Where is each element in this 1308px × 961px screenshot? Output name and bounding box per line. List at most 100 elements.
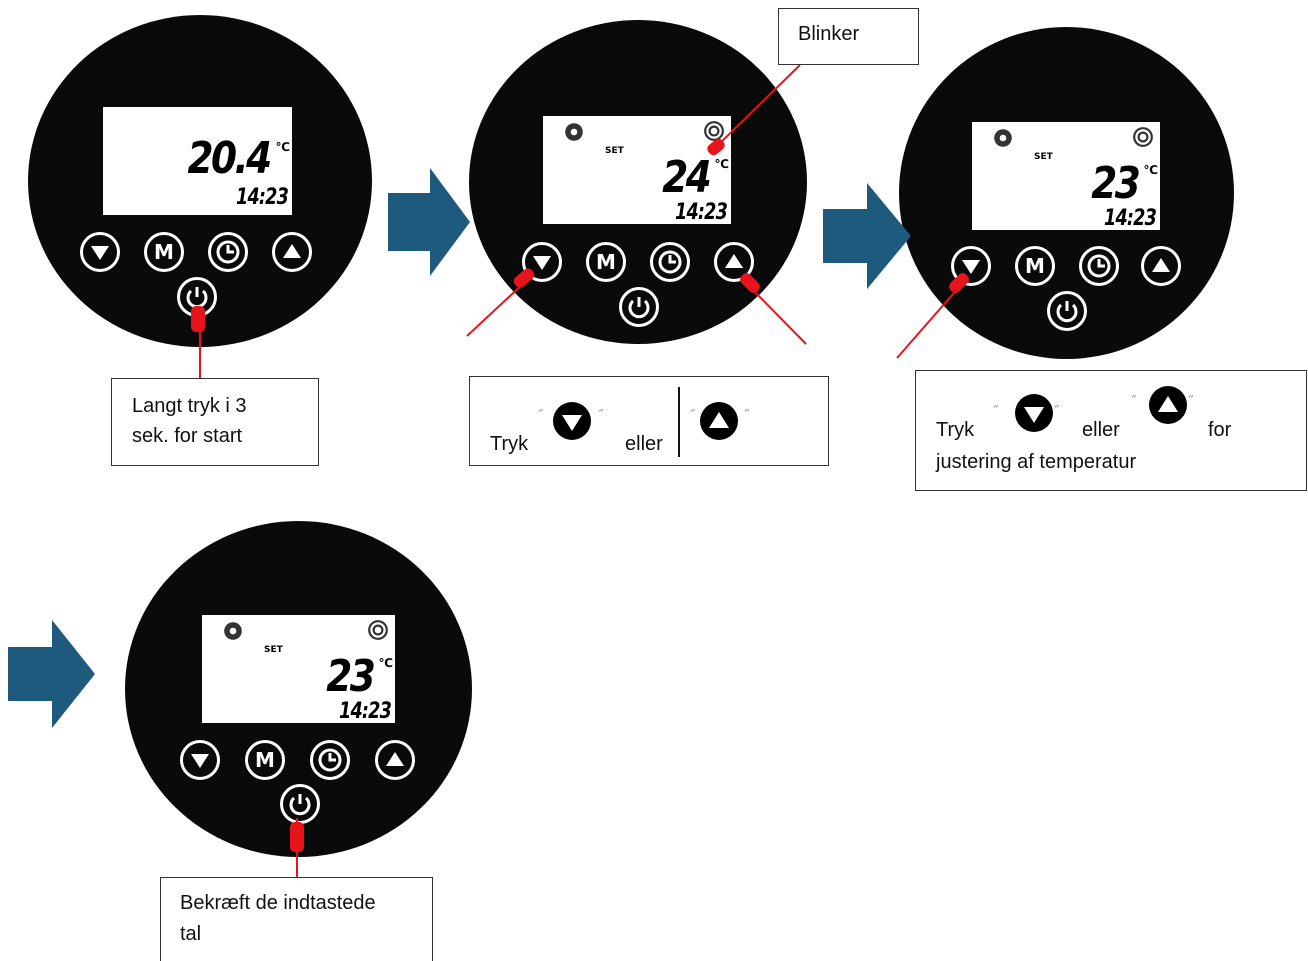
thermostat-screen: SET 23 ℃ 14:23 [202,615,395,723]
clock-display: 14:23 [1103,206,1157,231]
clock-icon [216,240,240,264]
quote-mark-icon: ” [744,407,750,420]
callout-adjust-word2: eller [1082,419,1120,441]
callout-adjust: Tryk “ ” eller “ ” for justering af temp… [915,370,1307,491]
quote-mark-icon: ” [1054,403,1060,416]
temperature-unit: ℃ [275,140,290,154]
power-icon [1056,301,1078,323]
arrow-up-icon [283,244,301,258]
quote-mark-icon: “ [1131,393,1137,406]
arrow-down-icon [533,256,551,270]
m-mode-icon: M [255,748,275,772]
power-icon [186,287,208,309]
arrow-down-icon [553,402,591,440]
m-mode-icon: M [154,240,174,264]
up-button[interactable] [375,740,415,780]
power-button[interactable] [1047,291,1087,331]
callout-adjust-word1: Tryk [936,419,975,441]
power-button[interactable] [619,287,659,327]
flow-arrow-icon [8,620,95,728]
clock-icon [318,748,342,772]
temperature-display: 23 [326,651,376,702]
fan-icon [1133,127,1153,147]
arrow-up-icon [725,254,743,268]
thermostat-4: SET 23 ℃ 14:23 M [125,521,472,857]
temperature-unit: ℃ [378,656,393,670]
quote-mark-icon: “ [538,407,544,420]
clock-button[interactable] [1079,246,1119,286]
clock-icon [1087,254,1111,278]
arrow-down-icon [1015,394,1053,432]
flow-arrow-icon [388,168,470,276]
down-button[interactable] [522,242,562,282]
snowflake-icon [565,123,583,141]
clock-button[interactable] [650,242,690,282]
clock-button[interactable] [208,232,248,272]
down-button[interactable] [180,740,220,780]
thermostat-screen: 20.4 ℃ 14:23 [103,107,292,215]
callout-press-word1: Tryk [490,433,529,455]
temperature-unit: ℃ [1143,163,1158,177]
callout-press-word2: eller [625,433,663,455]
arrow-up-icon [386,752,404,766]
callout-adjust-word3: for [1208,419,1232,441]
set-label: SET [1034,152,1053,162]
quote-mark-icon: ” [598,407,604,420]
temperature-display: 20.4 [187,133,273,184]
mode-button[interactable]: M [586,242,626,282]
down-button[interactable] [951,246,991,286]
callout-confirm-line2: tal [180,923,202,945]
snowflake-icon [994,129,1012,147]
flow-arrow-icon [823,183,911,289]
m-mode-icon: M [1025,254,1045,278]
fan-icon [704,121,724,141]
up-button[interactable] [714,242,754,282]
callout-confirm-line1: Bekræft de indtastede [180,892,376,914]
thermostat-3: SET 23 ℃ 14:23 M [899,27,1234,359]
arrow-down-icon [191,754,209,768]
power-icon [289,794,311,816]
power-button[interactable] [177,277,217,317]
callout-divider [678,387,680,457]
callout-confirm: Bekræft de indtastede tal [160,877,433,961]
thermostat-screen: SET 24 ℃ 14:23 [543,116,731,224]
quote-mark-icon: ” [1188,393,1194,406]
thermostat-screen: SET 23 ℃ 14:23 [972,122,1160,230]
clock-icon [658,250,682,274]
clock-display: 14:23 [674,200,728,225]
arrow-up-icon [1149,386,1187,424]
quote-mark-icon: “ [690,407,696,420]
mode-button[interactable]: M [1015,246,1055,286]
fan-icon [368,620,388,640]
arrow-down-icon [91,246,109,260]
temperature-display: 23 [1091,158,1141,209]
arrow-up-icon [700,402,738,440]
temperature-display: 24 [662,152,712,203]
down-button[interactable] [80,232,120,272]
snowflake-icon [224,622,242,640]
mode-button[interactable]: M [144,232,184,272]
arrow-down-icon [962,260,980,274]
thermostat-1: 20.4 ℃ 14:23 M [28,15,372,347]
callout-start-line2: sek. for start [132,425,243,447]
power-button[interactable] [280,784,320,824]
up-button[interactable] [272,232,312,272]
m-mode-icon: M [596,250,616,274]
up-button[interactable] [1141,246,1181,286]
clock-display: 14:23 [235,185,289,210]
callout-adjust-line2: justering af temperatur [936,451,1137,473]
callout-start-line1: Langt tryk i 3 [132,395,247,417]
arrow-up-icon [1152,258,1170,272]
callout-start: Langt tryk i 3 sek. for start [111,378,319,466]
quote-mark-icon: “ [993,403,999,416]
power-icon [628,297,650,319]
thermostat-2: SET 24 ℃ 14:23 M [469,20,807,344]
callout-blink-text: Blinker [798,23,860,45]
temperature-unit: ℃ [714,157,729,171]
callout-press: Tryk “ ” eller “ ” [469,376,829,466]
mode-button[interactable]: M [245,740,285,780]
clock-button[interactable] [310,740,350,780]
set-label: SET [264,645,283,655]
callout-blink: Blinker [778,8,919,65]
set-label: SET [605,146,624,156]
